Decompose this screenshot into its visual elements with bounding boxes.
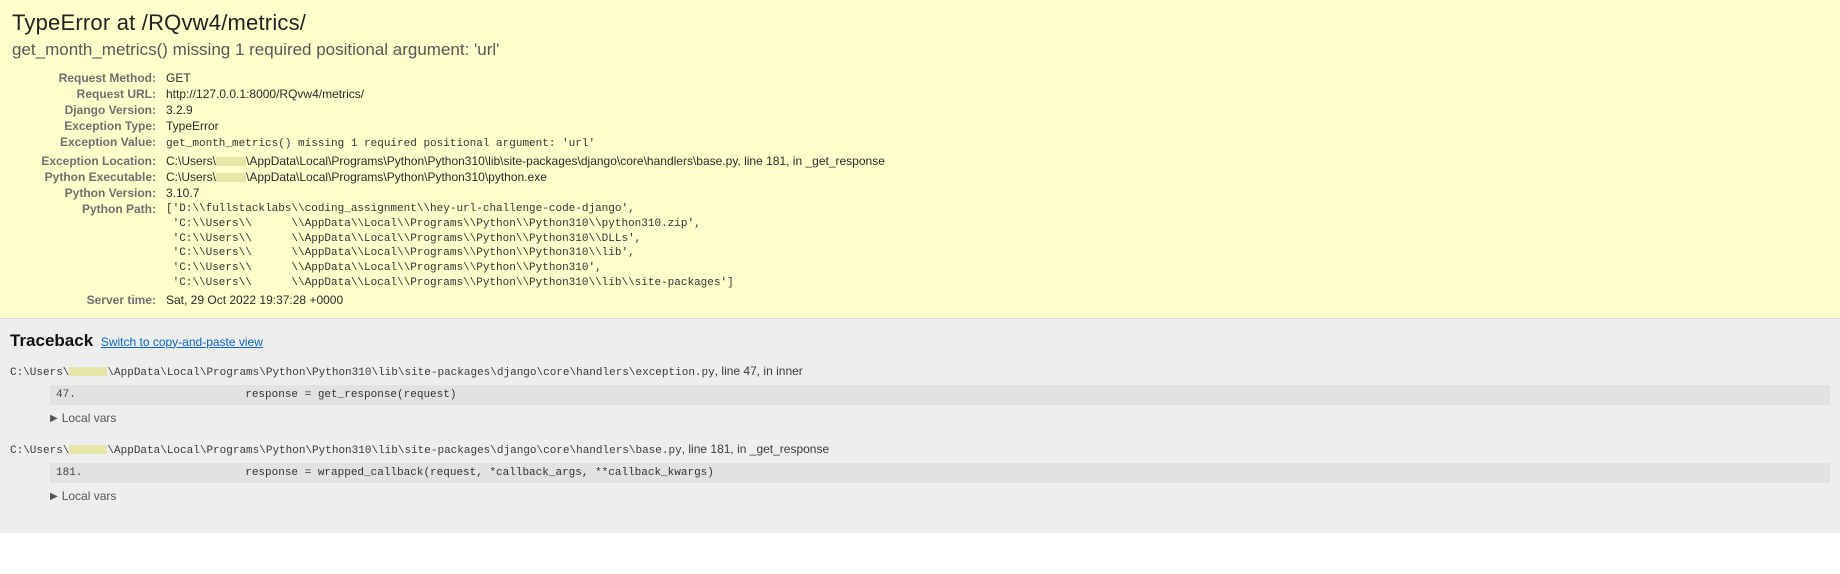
- request-meta-table: Request Method: GET Request URL: http://…: [12, 70, 889, 308]
- meta-value-server-time: Sat, 29 Oct 2022 19:37:28 +0000: [162, 292, 889, 308]
- meta-value-django-version: 3.2.9: [162, 102, 889, 118]
- title-request-path: /RQvw4/metrics/: [142, 10, 306, 35]
- error-subtitle: get_month_metrics() missing 1 required p…: [12, 40, 1828, 60]
- source-line: response = get_response(request): [166, 389, 1824, 401]
- meta-value-exception-value: get_month_metrics() missing 1 required p…: [166, 138, 595, 150]
- triangle-right-icon: ▶: [50, 491, 58, 502]
- page-title: TypeError at /RQvw4/metrics/: [12, 10, 1828, 36]
- meta-value-request-method: GET: [162, 70, 889, 86]
- meta-label-server-time: Server time:: [12, 292, 162, 308]
- meta-label-request-method: Request Method:: [12, 70, 162, 86]
- meta-value-exception-location: C:\Users\\AppData\Local\Programs\Python\…: [162, 153, 889, 169]
- meta-label-django-version: Django Version:: [12, 102, 162, 118]
- traceback-frames: C:\Users\\AppData\Local\Programs\Python\…: [10, 363, 1830, 503]
- meta-value-python-version: 3.10.7: [162, 185, 889, 201]
- meta-value-python-path: ['D:\\fullstacklabs\\coding_assignment\\…: [166, 202, 885, 291]
- traceback-title: Traceback: [10, 331, 93, 350]
- frame-location[interactable]: C:\Users\\AppData\Local\Programs\Python\…: [10, 441, 1830, 457]
- meta-label-request-url: Request URL:: [12, 86, 162, 102]
- local-vars-toggle[interactable]: ▶Local vars: [50, 411, 1830, 425]
- meta-value-exception-type: TypeError: [162, 118, 889, 134]
- title-error-type: TypeError at: [12, 10, 142, 35]
- local-vars-toggle[interactable]: ▶Local vars: [50, 489, 1830, 503]
- meta-label-python-executable: Python Executable:: [12, 169, 162, 185]
- meta-label-exception-location: Exception Location:: [12, 153, 162, 169]
- meta-value-python-executable: C:\Users\\AppData\Local\Programs\Python\…: [162, 169, 889, 185]
- traceback-frame: C:\Users\\AppData\Local\Programs\Python\…: [10, 441, 1830, 503]
- meta-value-request-url: http://127.0.0.1:8000/RQvw4/metrics/: [162, 86, 889, 102]
- meta-label-python-version: Python Version:: [12, 185, 162, 201]
- redacted-username: [216, 173, 246, 182]
- triangle-right-icon: ▶: [50, 413, 58, 424]
- line-number: 181.: [56, 467, 166, 479]
- source-line: response = wrapped_callback(request, *ca…: [166, 467, 1824, 479]
- redacted-username: [69, 445, 107, 454]
- switch-view-link[interactable]: Switch to copy-and-paste view: [101, 335, 263, 349]
- meta-label-exception-type: Exception Type:: [12, 118, 162, 134]
- redacted-username: [69, 367, 107, 376]
- meta-label-exception-value: Exception Value:: [12, 134, 162, 153]
- line-number: 47.: [56, 389, 166, 401]
- meta-label-python-path: Python Path:: [12, 201, 162, 292]
- traceback-frame: C:\Users\\AppData\Local\Programs\Python\…: [10, 363, 1830, 425]
- redacted-username: [216, 157, 246, 166]
- code-context-line[interactable]: 181. response = wrapped_callback(request…: [50, 463, 1830, 483]
- frame-location[interactable]: C:\Users\\AppData\Local\Programs\Python\…: [10, 363, 1830, 379]
- summary-panel: TypeError at /RQvw4/metrics/ get_month_m…: [0, 0, 1840, 319]
- traceback-panel: Traceback Switch to copy-and-paste view …: [0, 319, 1840, 533]
- code-context-line[interactable]: 47. response = get_response(request): [50, 385, 1830, 405]
